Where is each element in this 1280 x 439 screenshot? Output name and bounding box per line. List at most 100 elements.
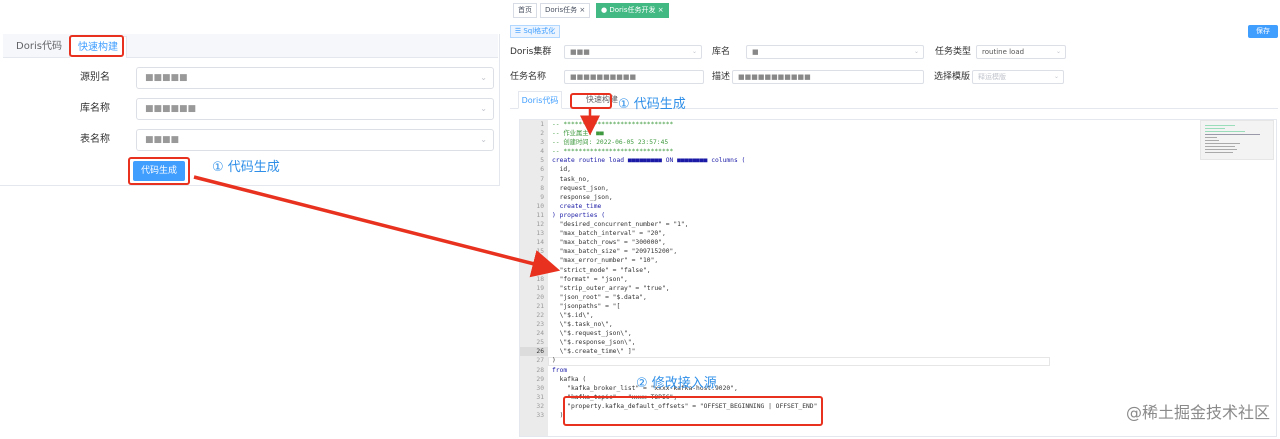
tab-home[interactable]: 首页 <box>513 3 537 18</box>
code-line: ) <box>552 357 556 365</box>
source-alias-select[interactable]: ■■■■■ ⌄ <box>136 67 494 89</box>
code-line: "format" = "json", <box>552 275 628 283</box>
line-number: 19 <box>536 284 544 292</box>
source-alias-value: ■■■■■ <box>145 73 188 83</box>
annotation-modify-source: ② 修改接入源 <box>636 376 717 391</box>
line-number: 10 <box>536 202 544 210</box>
task-dev-panel: 首页 Doris任务 × ● Doris任务开发 × ☰ Sql格式化 保存 D… <box>500 0 1280 439</box>
line-number: 20 <box>536 293 544 301</box>
code-line: \"$.request_json\", <box>552 330 632 338</box>
minimap-line <box>1205 149 1237 150</box>
line-number: 4 <box>540 148 544 156</box>
line-number: 8 <box>540 184 544 192</box>
chevron-down-icon: ⌄ <box>480 73 487 82</box>
highlight-box-quick-build <box>570 93 612 109</box>
line-number: 5 <box>540 157 544 165</box>
minimap-line <box>1205 140 1219 141</box>
line-number: 2 <box>540 130 544 138</box>
task-type-label: 任务类型 <box>935 47 972 57</box>
code-line: "max_batch_size" = "209715200", <box>552 248 678 256</box>
tab-doris-task-dev[interactable]: ● Doris任务开发 × <box>596 3 669 18</box>
table-name-select[interactable]: ■■■■ ⌄ <box>136 129 494 151</box>
active-dot-icon: ● <box>601 6 608 14</box>
line-number: 22 <box>536 311 544 319</box>
line-number: 28 <box>536 366 544 374</box>
code-editor[interactable]: 1 2 3 4 5 6 7 8 9 10 11 12 13 14 15 16 17 18 19 20 21 22 23 24 2… <box>519 119 1277 437</box>
db-select[interactable]: ■ ⌄ <box>746 45 924 59</box>
line-number: 30 <box>536 384 544 392</box>
db-name-label: 库名称 <box>80 103 110 114</box>
line-number: 9 <box>540 193 544 201</box>
close-icon[interactable]: × <box>579 6 585 14</box>
line-number: 6 <box>540 166 544 174</box>
db-name-select[interactable]: ■■■■■■ ⌄ <box>136 98 494 120</box>
code-line: "max_batch_rows" = "300000", <box>552 239 666 247</box>
code-line: "strip_outer_array" = "true", <box>552 284 670 292</box>
cluster-label: Doris集群 <box>510 47 552 57</box>
line-number: 7 <box>540 175 544 183</box>
chevron-down-icon: ⌄ <box>913 48 919 55</box>
chevron-down-icon: ⌄ <box>691 48 697 55</box>
desc-label: 描述 <box>712 72 731 82</box>
chevron-down-icon: ⌄ <box>480 104 487 113</box>
generate-code-button[interactable]: 代码生成 <box>133 161 185 181</box>
code-line: response_json, <box>552 193 613 201</box>
code-line: -- 作业属主: ■■ <box>552 130 604 138</box>
minimap-line <box>1205 143 1240 144</box>
line-number: 33 <box>536 412 544 419</box>
code-line: \"$.create_time\" ]" <box>552 348 636 356</box>
task-type-select[interactable]: routine load ⌄ <box>976 45 1066 59</box>
code-line: \"$.id\", <box>552 311 594 319</box>
line-number: 25 <box>536 339 544 347</box>
db-value: ■ <box>752 48 759 56</box>
annotation-generate-code: ① 代码生成 <box>212 160 280 175</box>
code-line: create_time <box>552 202 602 210</box>
code-line: create routine load ■■■■■■■■■ ON ■■■■■■■… <box>552 157 746 165</box>
desc-input[interactable]: ■■■■■■■■■■■ <box>732 70 924 84</box>
cluster-select[interactable]: ■■■ ⌄ <box>564 45 702 59</box>
code-line: "max_error_number" = "10", <box>552 257 659 265</box>
code-line: ) properties ( <box>552 211 606 219</box>
line-number: 26 <box>520 347 548 357</box>
highlight-box-quick-build <box>69 35 124 57</box>
tab-doris-task-label: Doris任务 <box>545 6 578 14</box>
minimap-line <box>1205 152 1233 153</box>
minimap-line <box>1205 146 1235 147</box>
code-line: request_json, <box>552 184 609 192</box>
line-number: 14 <box>536 239 544 247</box>
table-name-value: ■■■■ <box>145 135 180 145</box>
code-minimap[interactable] <box>1200 120 1274 160</box>
close-icon[interactable]: × <box>658 6 664 14</box>
code-line: "max_batch_interval" = "20", <box>552 230 666 238</box>
code-line: "json_root" = "$.data", <box>552 293 647 301</box>
template-select[interactable]: 释运模版 ⌄ <box>972 70 1064 84</box>
line-number: 16 <box>536 257 544 265</box>
source-alias-label: 源别名 <box>80 72 110 83</box>
code-line: id, <box>552 166 571 174</box>
watermark: @稀土掘金技术社区 <box>1125 403 1270 422</box>
tab-doris-code[interactable]: Doris代码 <box>13 36 65 58</box>
chevron-down-icon: ⌄ <box>1055 48 1061 55</box>
tab-doris-task-dev-label: Doris任务开发 <box>609 6 656 14</box>
code-line: "desired_concurrent_number" = "1", <box>552 221 689 229</box>
line-number: 24 <box>536 330 544 338</box>
line-number: 31 <box>536 393 544 401</box>
tab-doris-code[interactable]: Doris代码 <box>518 91 562 109</box>
form-row-table-name: 表名称 ■■■■ ⌄ <box>0 129 500 151</box>
sql-format-button[interactable]: ☰ Sql格式化 <box>510 25 560 38</box>
template-placeholder: 释运模版 <box>978 73 1006 81</box>
line-number: 23 <box>536 321 544 329</box>
line-number: 3 <box>540 139 544 147</box>
task-name-label: 任务名称 <box>510 72 547 82</box>
minimap-line <box>1205 134 1260 135</box>
tab-doris-task[interactable]: Doris任务 × <box>540 3 591 18</box>
code-line: -- ***************************** <box>552 121 674 128</box>
code-line: \"$.response_json\", <box>552 339 636 347</box>
chevron-down-icon: ⌄ <box>1053 73 1059 80</box>
line-number: 1 <box>540 121 544 128</box>
arrow-to-editor <box>193 175 561 278</box>
code-line: -- ***************************** <box>552 148 674 156</box>
annotation-generate-code: ① 代码生成 <box>618 97 686 112</box>
save-button[interactable]: 保存 <box>1248 25 1278 38</box>
task-name-input[interactable]: ■■■■■■■■■■ <box>564 70 704 84</box>
